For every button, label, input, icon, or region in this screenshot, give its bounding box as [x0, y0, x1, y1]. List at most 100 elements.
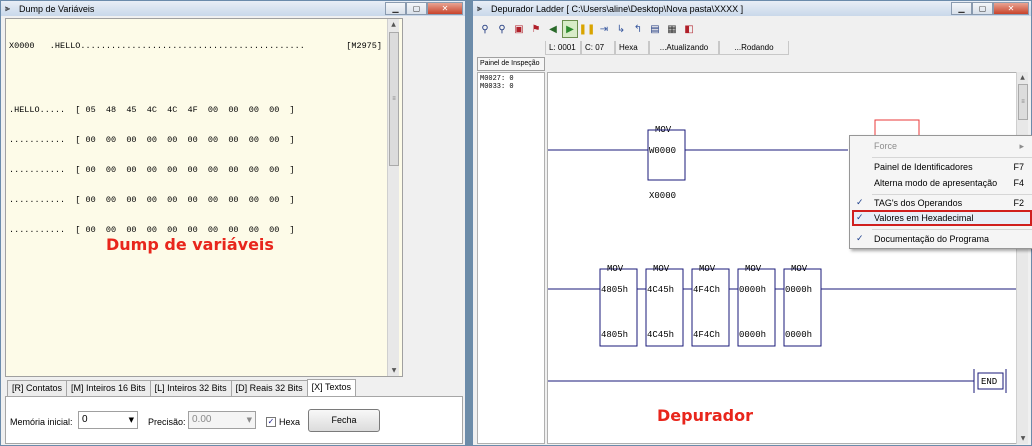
fecha-button[interactable]: Fecha — [308, 409, 380, 432]
mov-block-label: MOV — [607, 264, 624, 274]
menu-item-tags-operandos[interactable]: ✓ TAG's dos Operandos F2 — [852, 196, 1032, 211]
step-into-icon[interactable]: ↳ — [613, 20, 629, 38]
rung-1-mov-in: W0000 — [649, 146, 676, 156]
menu-item-force-label: Force — [874, 141, 898, 151]
pause-icon[interactable]: ❚❚ — [579, 20, 596, 38]
maximize-button[interactable]: ▢ — [406, 2, 427, 15]
context-menu: Force ▸ Painel de Identificadores F7 Alt… — [849, 135, 1032, 249]
menu-item-label: TAG's dos Operandos — [874, 198, 963, 208]
status-line: L: 0001 — [545, 41, 581, 55]
menu-item-valores-hexadecimal[interactable]: ✓ Valores em Hexadecimal — [852, 210, 1032, 226]
end-label: END — [981, 377, 997, 387]
inspection-panel-header[interactable]: Painel de Inspeção — [477, 57, 545, 71]
step-icon[interactable]: ⇥ — [596, 20, 612, 38]
menu-item-alterna-modo[interactable]: Alterna modo de apresentação F4 — [852, 176, 1032, 191]
menu-item-documentacao[interactable]: ✓ Documentação do Programa — [852, 232, 1032, 247]
step-out-icon[interactable]: ↰ — [630, 20, 646, 38]
ladder-status-bar: L: 0001 C: 07 Hexa ...Atualizando ...Rod… — [545, 41, 789, 55]
tab-inteiros-32[interactable]: [L] Inteiros 32 Bits — [149, 380, 232, 396]
memoria-value: 0 — [82, 414, 88, 425]
force-icon[interactable]: ⚑ — [528, 20, 544, 38]
menu-separator — [872, 157, 1032, 158]
precisao-select[interactable]: 0.00 ▼ — [188, 411, 256, 429]
mov-block-out: 4C45h — [647, 330, 674, 340]
depurador-annotation-label: Depurador — [657, 406, 753, 425]
dump-view[interactable]: X0000 .HELLO............................… — [5, 18, 403, 377]
dump-titlebar[interactable]: ⫸ Dump de Variáveis ▁ ▢ ✕ — [1, 1, 465, 16]
dump-scrollbar[interactable]: ▲ ≡ ▼ — [387, 19, 399, 376]
mov-block-in: 0000h — [739, 285, 766, 295]
scroll-up-icon[interactable]: ▲ — [1017, 72, 1028, 83]
menu-item-force[interactable]: Force ▸ — [852, 139, 1032, 154]
ladder-canvas[interactable]: MOV W0000 X0000 MOV 4805h 4805h MOV 4C45h 4C4… — [547, 72, 1017, 444]
app-icon: ⫸ — [477, 3, 483, 14]
dump-window-title: Dump de Variáveis — [19, 3, 95, 14]
tab-contatos[interactable]: [R] Contatos — [7, 380, 68, 396]
menu-separator — [872, 194, 1032, 195]
check-icon: ✓ — [856, 234, 864, 244]
maximize-button[interactable]: ▢ — [972, 2, 993, 15]
dump-header-right: [M2975] — [346, 41, 382, 51]
scroll-down-icon[interactable]: ▼ — [388, 365, 400, 376]
ladder-scrollbar[interactable]: ▲ ≡ ▼ — [1016, 72, 1028, 444]
check-icon: ✓ — [856, 213, 864, 223]
mov-block-label: MOV — [745, 264, 762, 274]
tab-reais-32[interactable]: [D] Reais 32 Bits — [230, 380, 308, 396]
menu-item-label: Documentação do Programa — [874, 234, 990, 244]
ladder-window-title: Depurador Ladder [ C:\Users\aline\Deskto… — [491, 3, 744, 14]
scroll-down-icon[interactable]: ▼ — [1017, 433, 1029, 444]
rung-1-mov-out: X0000 — [649, 191, 676, 201]
breakpoint-icon[interactable]: ◧ — [681, 20, 697, 38]
submenu-arrow-icon: ▸ — [1019, 141, 1024, 151]
dump-row: ........... [ 00 00 00 00 00 00 00 00 00… — [9, 225, 295, 235]
mov-block-label: MOV — [699, 264, 716, 274]
inspection-panel[interactable]: M0027: 0 M0033: 0 — [477, 72, 545, 444]
play-icon[interactable]: ▶ — [562, 20, 578, 38]
save-icon[interactable]: ▤ — [647, 20, 663, 38]
scroll-thumb[interactable]: ≡ — [389, 32, 399, 166]
tab-textos[interactable]: [X] Textos — [306, 379, 356, 396]
check-icon: ✓ — [856, 198, 864, 208]
mov-block-in: 4C45h — [647, 285, 674, 295]
status-col: C: 07 — [581, 41, 615, 55]
menu-item-label: Alterna modo de apresentação — [874, 178, 998, 188]
find-next-icon[interactable]: ⚲ — [494, 20, 510, 38]
memoria-label: Memória inicial: — [10, 417, 73, 427]
grid-icon[interactable]: ▦ — [664, 20, 680, 38]
mov-block-out: 0000h — [739, 330, 766, 340]
precisao-value: 0.00 — [192, 414, 212, 425]
binoculars-icon[interactable]: ⚲ — [477, 20, 493, 38]
memoria-select[interactable]: 0 ▼ — [78, 411, 138, 429]
mov-block-in: 0000h — [785, 285, 812, 295]
dump-annotation-label: Dump de variáveis — [106, 235, 274, 254]
mov-block-in: 4805h — [601, 285, 628, 295]
dump-tabs: [R] Contatos [M] Inteiros 16 Bits [L] In… — [7, 379, 356, 396]
precisao-label: Precisão: — [148, 417, 186, 427]
mov-block-out: 4F4Ch — [693, 330, 720, 340]
app-icon: ⫸ — [5, 3, 11, 14]
hexa-label: Hexa — [279, 417, 301, 427]
close-button[interactable]: ✕ — [993, 2, 1029, 15]
dump-row: ........... [ 00 00 00 00 00 00 00 00 00… — [9, 165, 295, 175]
dump-row: .HELLO..... [ 05 48 45 4C 4C 4F 00 00 00… — [9, 105, 295, 115]
tab-inteiros-16[interactable]: [M] Inteiros 16 Bits — [66, 380, 151, 396]
dump-header-left: X0000 .HELLO............................… — [9, 41, 305, 51]
menu-separator — [872, 229, 1032, 230]
minimize-button[interactable]: ▁ — [385, 2, 406, 15]
menu-item-label: Painel de Identificadores — [874, 162, 973, 172]
menu-item-painel-identificadores[interactable]: Painel de Identificadores F7 — [852, 160, 1032, 175]
mov-block-label: MOV — [653, 264, 670, 274]
scroll-up-icon[interactable]: ▲ — [388, 19, 399, 30]
dump-row: ........... [ 00 00 00 00 00 00 00 00 00… — [9, 135, 295, 145]
hexa-checkbox[interactable]: ✓ — [266, 417, 276, 427]
close-button[interactable]: ✕ — [427, 2, 463, 15]
minimize-button[interactable]: ▁ — [951, 2, 972, 15]
chevron-down-icon: ▼ — [128, 416, 134, 424]
scroll-thumb[interactable]: ≡ — [1018, 84, 1028, 120]
back-icon[interactable]: ◀ — [545, 20, 561, 38]
menu-item-shortcut: F7 — [1013, 162, 1024, 172]
status-running: ...Rodando — [719, 41, 789, 55]
mov-block-out: 0000h — [785, 330, 812, 340]
ladder-titlebar[interactable]: ⫸ Depurador Ladder [ C:\Users\aline\Desk… — [473, 1, 1031, 16]
debug-icon[interactable]: ▣ — [511, 20, 527, 38]
